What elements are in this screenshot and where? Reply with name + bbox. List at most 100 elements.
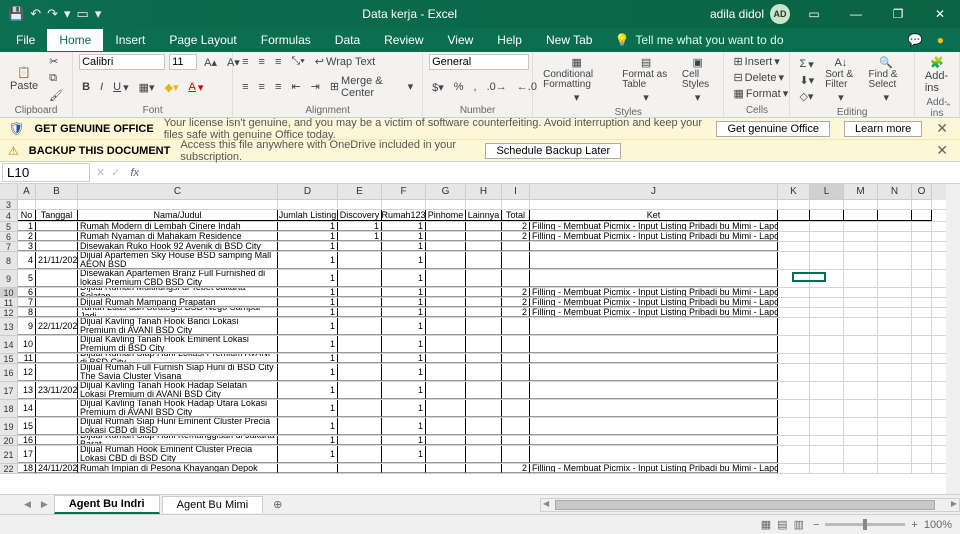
cell[interactable] — [338, 382, 382, 399]
cell[interactable]: 1 — [382, 308, 426, 317]
cell[interactable]: 14 — [18, 400, 36, 417]
cell[interactable]: Dijual Rumah Multifungsi di Tebet Jakart… — [78, 288, 278, 297]
cell[interactable]: 15 — [18, 418, 36, 435]
cell[interactable]: Dijual Rumah Siap Huni Kemanggisan di Ja… — [78, 436, 278, 445]
cell[interactable]: 1 — [278, 298, 338, 307]
cell[interactable]: 13 — [18, 382, 36, 399]
cell[interactable] — [844, 354, 878, 363]
cell[interactable] — [78, 200, 278, 209]
cell[interactable] — [912, 418, 932, 435]
cell[interactable]: Dijual Rumah Siap Huni Lokasi Premium AV… — [78, 354, 278, 363]
cell[interactable] — [338, 354, 382, 363]
cell[interactable] — [466, 232, 502, 241]
cell[interactable]: 1 — [278, 308, 338, 317]
account-area[interactable]: adila didol AD — [710, 4, 794, 24]
cell[interactable] — [426, 418, 466, 435]
cell[interactable] — [810, 200, 844, 209]
number-format-select[interactable] — [429, 54, 529, 70]
row-header[interactable]: 7 — [0, 242, 18, 252]
cell[interactable]: 1 — [278, 242, 338, 251]
cell[interactable] — [36, 364, 78, 381]
cell[interactable]: 1 — [382, 436, 426, 445]
cell[interactable] — [36, 242, 78, 251]
cell[interactable]: 4 — [18, 252, 36, 269]
row-header[interactable]: 11 — [0, 298, 18, 308]
cell[interactable]: 3 — [18, 242, 36, 251]
cell[interactable]: Dijual Kavling Tanah Hook Banci Lokasi P… — [78, 318, 278, 335]
format-painter-button[interactable]: 🖌 — [46, 88, 66, 103]
cell[interactable]: Total — [502, 210, 530, 221]
cell[interactable]: 1 — [278, 270, 338, 287]
cell[interactable] — [426, 336, 466, 353]
cell[interactable] — [878, 354, 912, 363]
cell[interactable]: Jumlah Listing — [278, 210, 338, 221]
cell[interactable]: 1 — [382, 400, 426, 417]
cell[interactable] — [878, 364, 912, 381]
cell[interactable] — [810, 446, 844, 463]
col-header-C[interactable]: C — [78, 184, 278, 200]
cell[interactable] — [810, 400, 844, 417]
cell[interactable]: 23/11/2023 — [36, 382, 78, 399]
learn-more-button[interactable]: Learn more — [844, 121, 922, 137]
cell[interactable]: 9 — [18, 318, 36, 335]
cell[interactable] — [502, 364, 530, 381]
cell[interactable] — [426, 242, 466, 251]
cell[interactable]: 1 — [278, 364, 338, 381]
cell[interactable] — [530, 418, 778, 435]
cell[interactable] — [530, 364, 778, 381]
cell[interactable] — [844, 336, 878, 353]
cell[interactable]: No — [18, 210, 36, 221]
increase-font-icon[interactable]: A▴ — [201, 55, 220, 70]
indent-inc-icon[interactable]: ⇥ — [308, 79, 323, 94]
cell[interactable]: 1 — [278, 318, 338, 335]
row-header[interactable]: 9 — [0, 270, 18, 288]
cell[interactable] — [778, 270, 810, 287]
cell[interactable] — [912, 436, 932, 445]
cell[interactable] — [844, 210, 878, 221]
cell[interactable] — [338, 242, 382, 251]
column-headers[interactable]: ABCDEFGHIJKLMNO — [18, 184, 946, 200]
cell[interactable] — [338, 288, 382, 297]
tab-formulas[interactable]: Formulas — [249, 29, 323, 51]
tab-page-layout[interactable]: Page Layout — [157, 29, 248, 51]
cell[interactable] — [912, 354, 932, 363]
cell[interactable] — [466, 354, 502, 363]
cell[interactable] — [810, 354, 844, 363]
cell[interactable]: 22/11/2023 — [36, 318, 78, 335]
bold-button[interactable]: B — [79, 80, 93, 94]
fill-button[interactable]: ⬇▾ — [796, 73, 817, 88]
cell[interactable] — [466, 288, 502, 297]
cell[interactable] — [502, 318, 530, 335]
name-box[interactable] — [2, 163, 90, 182]
cell[interactable] — [36, 354, 78, 363]
cell[interactable] — [36, 436, 78, 445]
cell[interactable] — [466, 222, 502, 231]
sheet-tab-2[interactable]: Agent Bu Mimi — [162, 496, 264, 513]
cell[interactable] — [844, 364, 878, 381]
cell[interactable] — [778, 222, 810, 231]
cell[interactable] — [912, 400, 932, 417]
cell[interactable]: Dijual Kavling Tanah Hook Hadap Utara Lo… — [78, 400, 278, 417]
cell[interactable]: 12 — [18, 364, 36, 381]
cell[interactable]: 1 — [382, 354, 426, 363]
font-color-button[interactable]: A▾ — [186, 80, 207, 95]
tab-data[interactable]: Data — [323, 29, 372, 51]
delete-cells-button[interactable]: ⊟ Delete ▾ — [730, 70, 783, 85]
cell[interactable] — [426, 400, 466, 417]
percent-button[interactable]: % — [451, 80, 467, 94]
get-genuine-button[interactable]: Get genuine Office — [716, 121, 830, 137]
cell[interactable]: 2 — [502, 464, 530, 473]
cells-area[interactable]: NoTanggalNama/JudulJumlah ListingDiscove… — [18, 200, 946, 474]
cell[interactable] — [502, 242, 530, 251]
cell[interactable]: Lainnya — [466, 210, 502, 221]
indent-dec-icon[interactable]: ⇤ — [288, 79, 303, 94]
cell[interactable] — [778, 252, 810, 269]
cell[interactable] — [844, 464, 878, 473]
comments-icon[interactable]: 💬 — [908, 33, 923, 47]
cell[interactable] — [912, 210, 932, 221]
cell[interactable] — [530, 446, 778, 463]
cell[interactable] — [878, 222, 912, 231]
tab-help[interactable]: Help — [485, 29, 534, 51]
cell[interactable]: 1 — [382, 242, 426, 251]
cell[interactable]: 1 — [382, 336, 426, 353]
